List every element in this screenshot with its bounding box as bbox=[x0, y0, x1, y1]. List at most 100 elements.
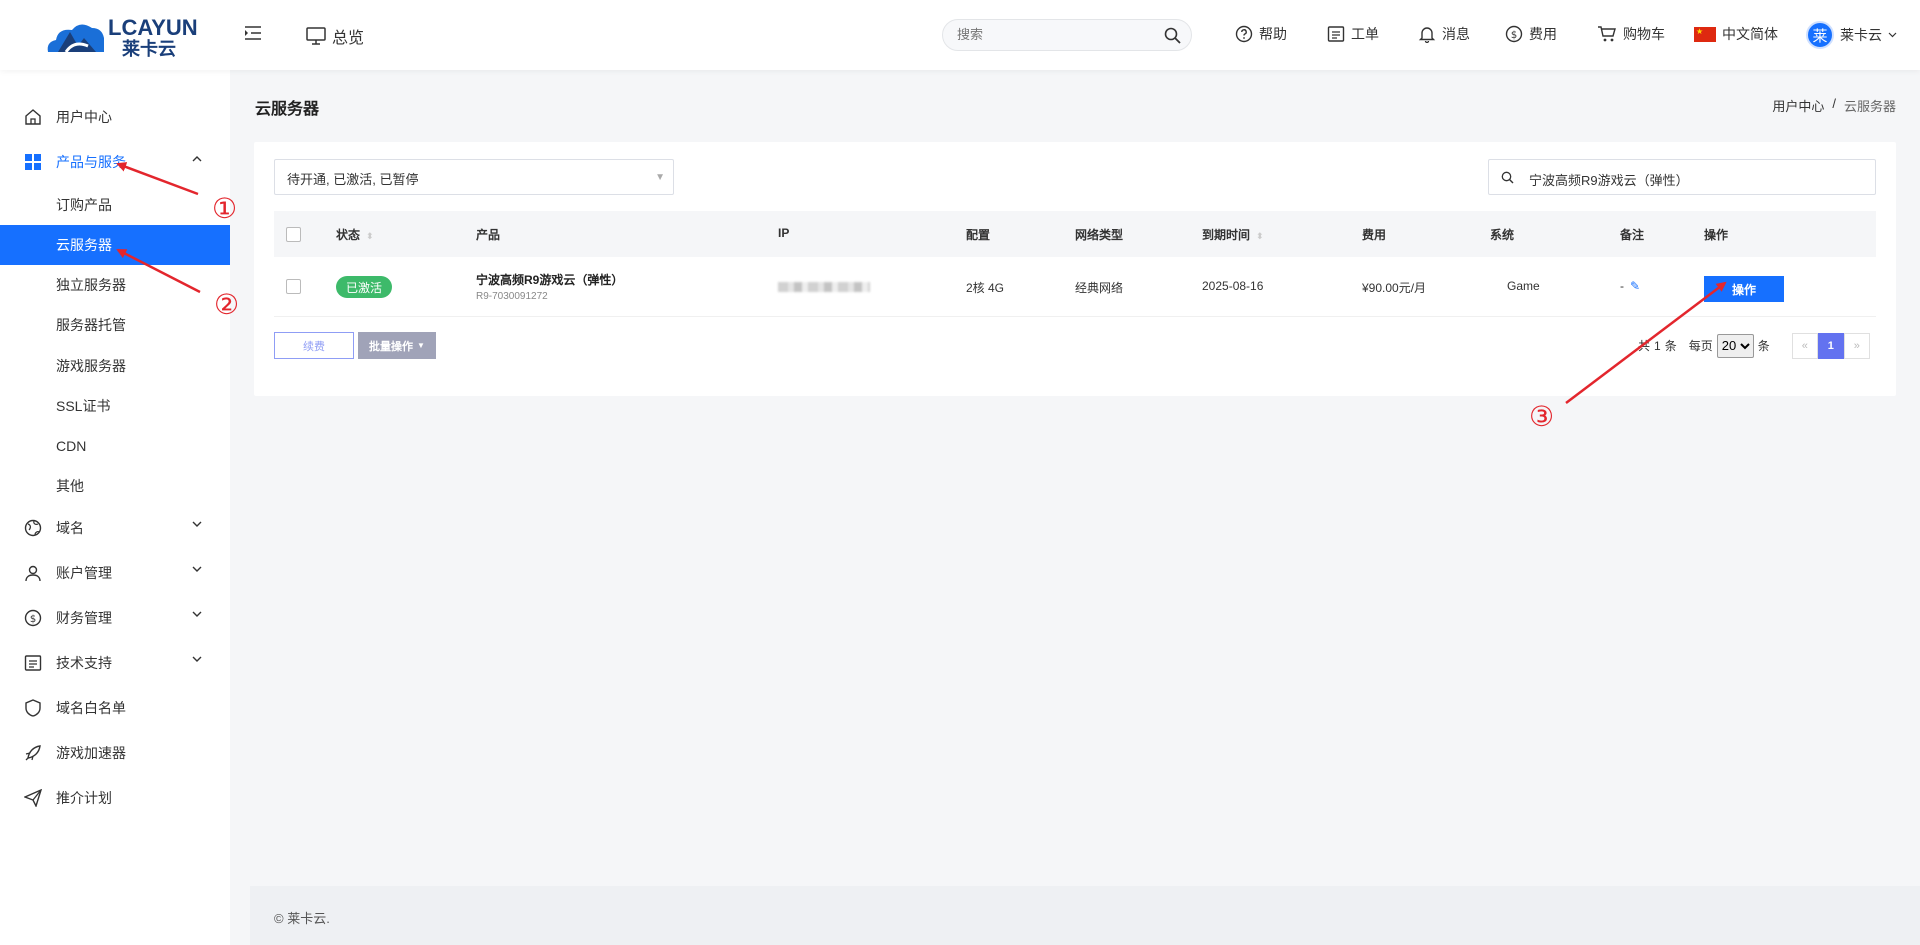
billing-link[interactable]: $ 费用 bbox=[1505, 24, 1557, 44]
product-search-input[interactable]: 宁波高频R9游戏云（弹性） bbox=[1488, 159, 1876, 195]
breadcrumb-current: 云服务器 bbox=[1843, 99, 1896, 114]
edit-note-icon[interactable]: ✎ bbox=[1630, 279, 1640, 293]
user-menu[interactable]: 莱 莱卡云 bbox=[1806, 21, 1897, 49]
product-search-value: 宁波高频R9游戏云（弹性） bbox=[1529, 173, 1689, 188]
th-note: 备注 bbox=[1620, 228, 1645, 242]
menu-toggle-icon[interactable] bbox=[244, 25, 264, 45]
th-action: 操作 bbox=[1704, 228, 1729, 242]
table-row: 已激活 宁波高频R9游戏云（弹性） R9-7030091272 2核 4G 经典… bbox=[274, 257, 1876, 317]
caret-down-icon: ▼ bbox=[655, 172, 665, 183]
global-search-input[interactable] bbox=[957, 27, 1157, 42]
overview-link[interactable]: 总览 bbox=[306, 24, 364, 48]
sidebar-item-finance[interactable]: $ 财务管理 bbox=[0, 598, 230, 638]
renew-button[interactable]: 续费 bbox=[274, 332, 354, 359]
sidebar-item-products[interactable]: 产品与服务 bbox=[0, 142, 230, 182]
dollar-icon: $ bbox=[1505, 25, 1523, 43]
page-footer: © 莱卡云. bbox=[250, 886, 1920, 945]
select-all-checkbox[interactable] bbox=[286, 227, 301, 242]
batch-operation-button[interactable]: 批量操作 ▼ bbox=[358, 332, 436, 359]
message-label: 消息 bbox=[1442, 26, 1470, 42]
chevron-down-icon bbox=[192, 566, 202, 572]
cart-label: 购物车 bbox=[1623, 26, 1665, 42]
help-label: 帮助 bbox=[1259, 26, 1287, 42]
sidebar-sub-order[interactable]: 订购产品 bbox=[0, 185, 230, 225]
sidebar-item-user-center[interactable]: 用户中心 bbox=[0, 97, 230, 137]
sidebar: 用户中心 产品与服务 订购产品 云服务器 独立服务器 服务器托管 游戏服务器 S… bbox=[0, 70, 230, 945]
sidebar-sub-dedicated-server[interactable]: 独立服务器 bbox=[0, 265, 230, 305]
sidebar-sub-label: 独立服务器 bbox=[56, 277, 126, 293]
annotation-number-3: ③ bbox=[1529, 400, 1555, 433]
search-icon bbox=[1501, 171, 1514, 187]
product-name[interactable]: 宁波高频R9游戏云（弹性） bbox=[476, 271, 623, 288]
sidebar-sub-label: SSL证书 bbox=[56, 398, 111, 414]
th-product: 产品 bbox=[476, 228, 501, 242]
total-prefix: 共 bbox=[1638, 339, 1651, 353]
sidebar-item-domain[interactable]: 域名 bbox=[0, 508, 230, 548]
sidebar-label: 推介计划 bbox=[56, 790, 112, 806]
sidebar-item-referral[interactable]: 推介计划 bbox=[0, 778, 230, 818]
cart-link[interactable]: 购物车 bbox=[1597, 24, 1665, 44]
send-icon bbox=[24, 789, 42, 807]
batch-operation-label: 批量操作 bbox=[369, 340, 414, 353]
sidebar-sub-game-server[interactable]: 游戏服务器 bbox=[0, 346, 230, 386]
chevron-down-icon bbox=[192, 521, 202, 527]
sidebar-item-support[interactable]: 技术支持 bbox=[0, 643, 230, 683]
chevron-down-icon bbox=[192, 611, 202, 617]
system-cell: Game bbox=[1507, 279, 1540, 293]
dollar-icon: $ bbox=[24, 609, 42, 627]
bell-icon bbox=[1418, 27, 1436, 43]
expire-cell: 2025-08-16 bbox=[1202, 279, 1264, 293]
sidebar-item-account[interactable]: 账户管理 bbox=[0, 553, 230, 593]
document-icon bbox=[24, 655, 42, 671]
sidebar-item-whitelist[interactable]: 域名白名单 bbox=[0, 688, 230, 728]
operate-button[interactable]: 操作 bbox=[1704, 276, 1784, 302]
top-header: LCAYUN 莱卡云 总览 帮助 工单 消息 $ 费用 购物车 中文简体 莱 bbox=[0, 0, 1920, 70]
sidebar-sub-label: 云服务器 bbox=[56, 237, 112, 253]
per-page-select[interactable]: 20 bbox=[1716, 333, 1754, 358]
sidebar-label: 域名白名单 bbox=[56, 700, 126, 716]
monitor-icon bbox=[306, 27, 326, 45]
sidebar-sub-cdn[interactable]: CDN bbox=[0, 426, 230, 466]
th-config: 配置 bbox=[966, 228, 991, 242]
page-title: 云服务器 bbox=[255, 101, 320, 118]
sidebar-sub-colocation[interactable]: 服务器托管 bbox=[0, 305, 230, 345]
language-switch[interactable]: 中文简体 bbox=[1694, 24, 1778, 44]
th-system: 系统 bbox=[1490, 228, 1515, 242]
next-page-button[interactable]: » bbox=[1843, 332, 1870, 359]
per-page-label: 每页 bbox=[1688, 339, 1713, 353]
sidebar-sub-ssl[interactable]: SSL证书 bbox=[0, 386, 230, 426]
chevron-down-icon bbox=[192, 656, 202, 662]
chevron-down-icon bbox=[1888, 32, 1897, 38]
logo-text: LCAYUN bbox=[108, 15, 198, 40]
status-filter-select[interactable]: 待开通, 已激活, 已暂停 ▼ bbox=[274, 159, 674, 195]
search-icon[interactable] bbox=[1164, 27, 1181, 47]
china-flag-icon bbox=[1694, 26, 1716, 42]
prev-page-button[interactable]: « bbox=[1791, 332, 1818, 359]
ticket-link[interactable]: 工单 bbox=[1327, 24, 1379, 44]
network-cell: 经典网络 bbox=[1075, 281, 1124, 295]
avatar: 莱 bbox=[1806, 21, 1834, 49]
svg-text:$: $ bbox=[1511, 30, 1517, 41]
th-status[interactable]: 状态 ⬍ bbox=[336, 226, 374, 243]
product-id: R9-7030091272 bbox=[476, 291, 548, 302]
th-expire[interactable]: 到期时间 ⬍ bbox=[1202, 226, 1264, 243]
logo[interactable]: LCAYUN 莱卡云 bbox=[44, 16, 198, 58]
page-number-button[interactable]: 1 bbox=[1817, 332, 1844, 359]
sidebar-sub-other[interactable]: 其他 bbox=[0, 466, 230, 506]
chevron-down-icon: ▼ bbox=[417, 341, 425, 350]
sidebar-item-accelerator[interactable]: 游戏加速器 bbox=[0, 733, 230, 773]
message-link[interactable]: 消息 bbox=[1418, 24, 1470, 44]
sidebar-sub-cloud-server[interactable]: 云服务器 bbox=[0, 225, 230, 265]
th-ip: IP bbox=[778, 226, 790, 240]
sidebar-label: 域名 bbox=[56, 520, 84, 536]
th-status-label: 状态 bbox=[336, 228, 361, 242]
breadcrumb-user-center[interactable]: 用户中心 bbox=[1772, 96, 1824, 115]
breadcrumb: 用户中心 / 云服务器 bbox=[1772, 96, 1896, 115]
row-checkbox[interactable] bbox=[286, 279, 301, 294]
sidebar-label: 产品与服务 bbox=[56, 154, 126, 170]
config-cell: 2核 4G bbox=[966, 281, 1005, 295]
global-search[interactable] bbox=[942, 19, 1192, 51]
help-link[interactable]: 帮助 bbox=[1235, 24, 1287, 44]
sidebar-label: 财务管理 bbox=[56, 610, 112, 626]
copyright: © 莱卡云. bbox=[274, 911, 330, 926]
